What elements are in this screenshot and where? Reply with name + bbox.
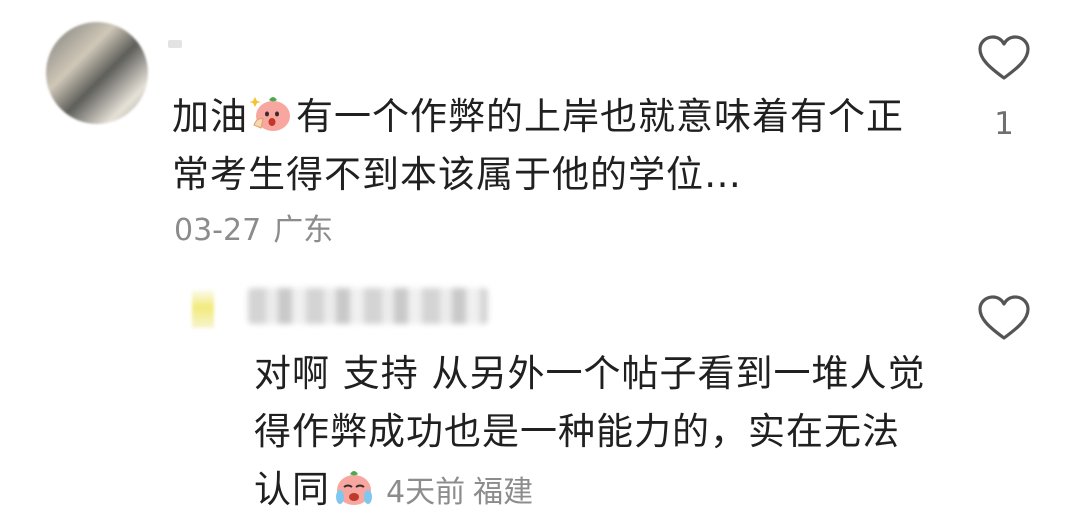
avatar[interactable] [192,290,214,328]
username[interactable] [248,288,488,324]
heart-outline-icon [978,295,1030,340]
reply-time: 4天前 [386,475,466,510]
reply-text[interactable]: 对啊 支持 从另外一个帖子看到一堆人觉得作弊成功也是一种能力的，实在无法认同 4… [254,345,934,522]
reply-location: 福建 [473,475,534,510]
peach-crying-emoji-icon [336,471,372,505]
like-button[interactable] [976,294,1032,342]
reply-item: 对啊 支持 从另外一个帖子看到一堆人觉得作弊成功也是一种能力的，实在无法认同 4… [0,0,1080,523]
